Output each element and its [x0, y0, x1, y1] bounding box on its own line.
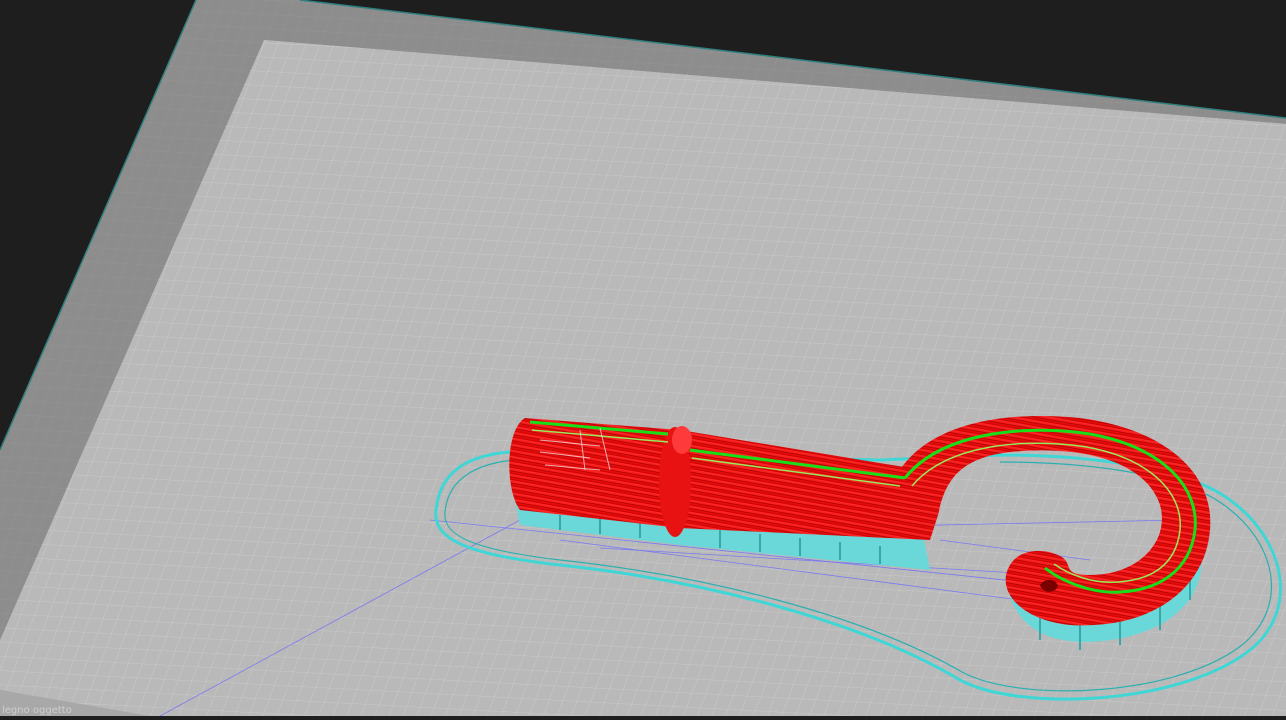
gcode-preview-viewport[interactable]: legno oggetto: [0, 0, 1286, 717]
hook-collar-top: [672, 426, 692, 454]
status-label: legno oggetto: [2, 705, 72, 716]
preview-canvas[interactable]: [0, 0, 1286, 717]
